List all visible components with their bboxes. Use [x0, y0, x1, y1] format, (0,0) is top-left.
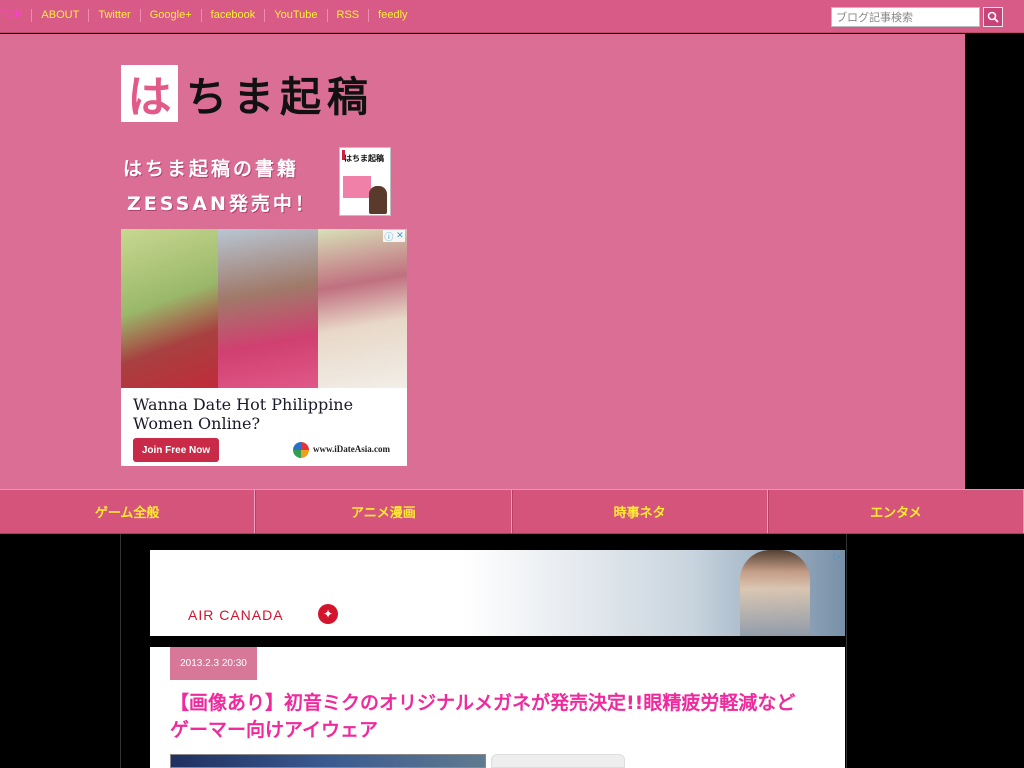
close-icon: ✕ [396, 231, 404, 241]
post-date-badge: 2013.2.3 20:30 [170, 647, 257, 680]
top-nav-twitter-link[interactable]: Twitter [88, 9, 139, 22]
top-bar: TOP ABOUT Twitter Google+ facebook YouTu… [0, 0, 1024, 33]
article-title-link[interactable]: 【画像あり】初音ミクのオリジナルメガネが発売決定!!眼精疲労軽減などゲーマー向け… [170, 690, 810, 744]
top-nav-about-link[interactable]: ABOUT [31, 9, 88, 22]
maple-leaf-icon: ✦ [318, 604, 338, 624]
book-promo-line2: ZESSAN発売中！ [127, 193, 317, 215]
ad-photo-1 [121, 229, 218, 388]
top-nav-feedly-link[interactable]: feedly [368, 9, 416, 22]
book-promo-line1: はちま起稿の書籍 [123, 158, 300, 180]
header-right-margin [965, 34, 1024, 489]
book-cover-image: はちま起稿 [339, 147, 391, 216]
ad-photo-strip [121, 229, 407, 388]
book-cover-panel [343, 176, 371, 198]
air-canada-ad-banner[interactable]: AIR CANADA ✦ ▷ [150, 550, 845, 636]
top-nav-youtube-link[interactable]: YouTube [264, 9, 326, 22]
category-entertainment[interactable]: エンタメ [767, 490, 1024, 533]
book-cover-title: はちま起稿 [344, 154, 384, 163]
ad-brand-name: AIR CANADA [188, 607, 284, 623]
ad-headline: Wanna Date Hot Philippine Women Online? [133, 395, 354, 433]
ad-photo-3 [318, 229, 407, 388]
dating-ad-banner[interactable]: ⓘ ✕ Wanna Date Hot Philippine Women Onli… [121, 229, 407, 466]
top-nav-facebook-link[interactable]: facebook [200, 9, 265, 22]
top-nav-googleplus-link[interactable]: Google+ [139, 9, 201, 22]
logo-text: ちま起稿 [186, 73, 374, 121]
book-promo-banner[interactable]: はちま起稿の書籍 ZESSAN発売中！ はちま起稿 [121, 147, 401, 219]
category-games[interactable]: ゲーム全般 [0, 490, 256, 533]
site-logo[interactable]: は ちま起稿 [121, 63, 374, 123]
search-icon [987, 11, 999, 23]
article-thumbnail[interactable] [170, 754, 486, 768]
category-current-events[interactable]: 時事ネタ [511, 490, 768, 533]
info-icon: ⓘ [384, 232, 394, 243]
top-nav-rss-link[interactable]: RSS [326, 9, 369, 22]
ad-choices-icon[interactable]: ▷ [831, 551, 843, 563]
ad-photo-2 [218, 229, 318, 388]
search-button[interactable] [983, 7, 1003, 27]
idateasia-logo-icon [293, 442, 309, 458]
search-input[interactable] [831, 7, 980, 27]
top-nav-top-link[interactable]: TOP [0, 9, 31, 22]
top-nav: TOP ABOUT Twitter Google+ facebook YouTu… [0, 9, 417, 22]
article-card: 2013.2.3 20:30 【画像あり】初音ミクのオリジナルメガネが発売決定!… [150, 647, 845, 768]
ad-choices-icon[interactable]: ⓘ ✕ [383, 230, 405, 243]
logo-mark: は [121, 64, 178, 123]
category-nav: ゲーム全般 アニメ漫画 時事ネタ エンタメ [0, 489, 1024, 534]
ad-model-photo [740, 550, 810, 636]
join-free-button[interactable]: Join Free Now [133, 438, 219, 462]
book-cover-author-photo [369, 186, 387, 214]
ad-url: www.iDateAsia.com [313, 444, 390, 454]
article-side-box [491, 754, 625, 768]
category-anime-manga[interactable]: アニメ漫画 [255, 490, 512, 533]
